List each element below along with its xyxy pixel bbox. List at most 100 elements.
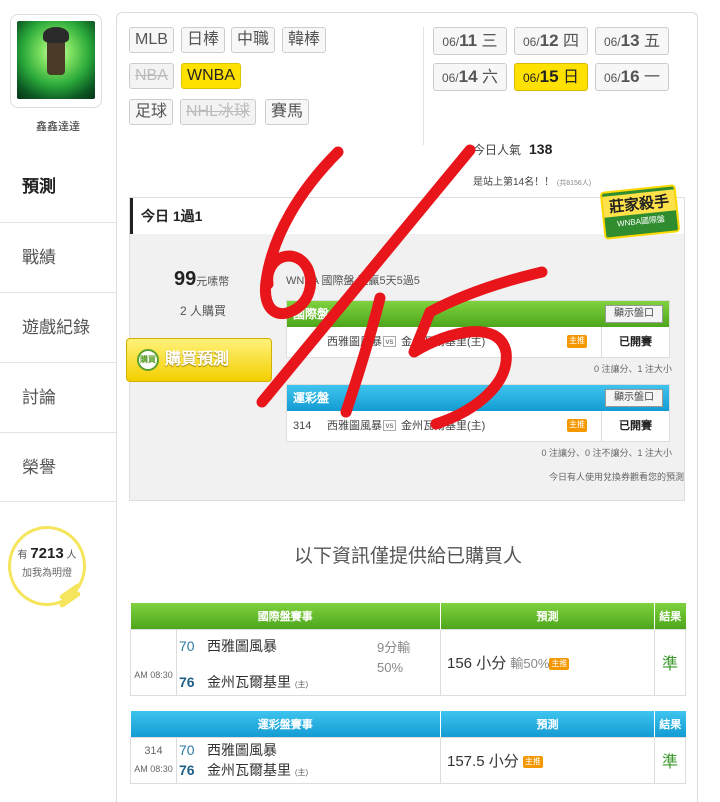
sidebar-item-discussion[interactable]: 討論 [0, 362, 116, 432]
away-score: 70 [179, 741, 195, 758]
home-mark: (主) [294, 679, 309, 689]
game-time: 314 AM 08:30 [130, 736, 177, 784]
prediction-lose: 輸50% [510, 655, 550, 671]
prediction-cell: 157.5 小分 主推 [440, 736, 655, 784]
lightbulb-icon [56, 582, 84, 620]
side-menu: 預測 戰績 遊戲紀錄 討論 榮譽 [0, 152, 116, 502]
lottery-line-title: 運彩盤 [293, 391, 330, 405]
sport-soccer[interactable]: 足球 [129, 99, 174, 125]
lottery-note: 0 注讓分、0 注不讓分、1 注大小 [541, 448, 672, 458]
game-status: 已開賽 [601, 411, 669, 441]
lottery-game-row: 314 西雅圖風暴 vs 金州瓦爾基里(主) 主推 已開賽 [287, 411, 669, 441]
intl-game-row: 西雅圖風暴 vs 金州瓦爾基里(主) 主推 已開賽 [287, 327, 669, 357]
host-tag: 主推 [567, 335, 587, 348]
exchange-note: 今日有人使用兌換券觀看您的預測 [548, 472, 684, 482]
away-line: 70 西雅圖風暴 [179, 740, 277, 760]
avatar-card[interactable] [10, 14, 102, 108]
table-row: AM 08:30 70 西雅圖風暴 76 金州瓦爾基里 (主) 9分輸 50% 156… [130, 628, 686, 696]
vs-icon: vs [383, 336, 396, 347]
intl-result-table: 國際盤賽事 預測 結果 AM 08:30 70 西雅圖風暴 76 金州瓦爾基里 (主… [130, 603, 686, 696]
sidebar-item-record[interactable]: 戰績 [0, 222, 116, 292]
date-0614[interactable]: 06/14 六 [433, 63, 507, 91]
buy-prediction-button[interactable]: 購買 購買預測 [126, 338, 272, 382]
fans-prefix: 有 [17, 550, 28, 561]
col-prediction: 預測 [440, 711, 655, 737]
away-team: 西雅圖風暴 [207, 637, 277, 654]
fans-count: 7213 [30, 545, 64, 562]
home-score: 76 [179, 673, 195, 690]
today-panel: 今日 1過1 莊家殺手 WNBA國際盤 99元嗉幣 2 人購買 購買 購買預測 W… [126, 184, 685, 501]
sport-mlb[interactable]: MLB [129, 27, 174, 53]
intl-line-title: 國際盤 [293, 307, 330, 321]
intl-note: 0 注讓分、1 注大小 [593, 364, 672, 374]
rank-text: 是站上第14名！！ [473, 177, 555, 188]
sport-wnba[interactable]: WNBA [181, 63, 241, 89]
game-status: 已開賽 [601, 327, 669, 357]
handicap-result: 9分輸 50% [377, 639, 411, 675]
sport-nba: NBA [129, 63, 174, 89]
sidebar-item-game-log[interactable]: 遊戲紀錄 [0, 292, 116, 362]
sport-cpbl[interactable]: 中職 [231, 27, 276, 53]
sport-horse-racing[interactable]: 賽馬 [265, 99, 310, 125]
sidebar: 鑫鑫達達 預測 戰績 遊戲紀錄 討論 榮譽 有 7213 人 加我為明燈 [0, 0, 116, 802]
popularity-value: 138 [529, 141, 553, 157]
divider [423, 27, 424, 145]
rank: 是站上第14名！！ (共8156人) [473, 173, 591, 188]
sport-kbo[interactable]: 韓棒 [282, 27, 327, 53]
date-0613[interactable]: 06/13 五 [595, 27, 669, 55]
game-time: AM 08:30 [130, 628, 177, 696]
main-panel: MLB 日棒 中職 韓棒 NBA WNBA 足球 NHL冰球 賽馬 06/11 … [116, 12, 698, 802]
follow-cta[interactable]: 加我為明燈 [11, 564, 83, 579]
teams-cell: 70 西雅圖風暴 76 金州瓦爾基里 (主) 9分輸 50% [176, 628, 441, 696]
avatar[interactable] [17, 21, 95, 99]
host-tag: 主推 [567, 419, 587, 432]
home-team: 金州瓦爾基里(主) [401, 336, 486, 348]
lottery-line-header: 運彩盤 顯示盤口 [287, 385, 669, 411]
table-row: 314 AM 08:30 70 西雅圖風暴 76 金州瓦爾基里 (主) 157.5 … [130, 736, 686, 784]
fans-suffix: 人 [66, 550, 77, 561]
game-number: 314 [144, 745, 163, 757]
col-game: 運彩盤賽事 [130, 711, 441, 737]
vs-icon: vs [383, 420, 396, 431]
date-0615[interactable]: 06/15 日 [514, 63, 588, 91]
home-score: 76 [179, 761, 195, 778]
date-0616[interactable]: 06/16 一 [595, 63, 669, 91]
col-prediction: 預測 [440, 603, 655, 629]
host-tag: 主推 [522, 755, 543, 768]
show-line-button[interactable]: 顯示盤口 [605, 389, 663, 407]
date-0611[interactable]: 06/11 三 [433, 27, 507, 55]
result-hit: 準 [654, 628, 686, 696]
prediction-value: 157.5 小分 [447, 752, 519, 770]
home-team: 金州瓦爾基里(主) [401, 420, 486, 432]
host-tag: 主推 [549, 657, 570, 670]
intl-line-box: 國際盤 顯示盤口 西雅圖風暴 vs 金州瓦爾基里(主) 主推 已開賽 [286, 300, 670, 358]
price: 99元嗉幣 [174, 268, 229, 291]
prediction-cell: 156 小分 輸50% 主推 [440, 628, 655, 696]
sidebar-item-predictions[interactable]: 預測 [0, 152, 116, 222]
popularity-label: 今日人氣 [473, 143, 522, 157]
sport-nhl: NHL冰球 [180, 99, 257, 125]
home-line: 76 金州瓦爾基里 (主) [179, 760, 308, 780]
away-team: 西雅圖風暴 [327, 336, 382, 348]
home-line: 76 金州瓦爾基里 (主) [179, 672, 308, 692]
teams-cell: 70 西雅圖風暴 76 金州瓦爾基里 (主) [176, 736, 441, 784]
show-line-button[interactable]: 顯示盤口 [605, 305, 663, 323]
sidebar-item-honors[interactable]: 榮譽 [0, 432, 116, 502]
username[interactable]: 鑫鑫達達 [0, 118, 116, 134]
lottery-line-box: 運彩盤 顯示盤口 314 西雅圖風暴 vs 金州瓦爾基里(主) 主推 已開賽 [286, 384, 670, 442]
col-result: 結果 [654, 603, 686, 629]
streak-record: WNBA 國際盤 連贏5天5過5 [286, 275, 420, 287]
buyers-only-title: 以下資訊僅提供給已購買人 [293, 546, 522, 567]
away-score: 70 [179, 637, 195, 654]
col-result: 結果 [654, 711, 686, 737]
sport-npb[interactable]: 日棒 [181, 27, 226, 53]
game-number: 314 [293, 420, 312, 432]
bookie-killer-badge: 莊家殺手 WNBA國際盤 [599, 184, 681, 240]
prediction-value: 156 小分 [447, 654, 507, 672]
price-value: 99 [174, 268, 197, 290]
col-game: 國際盤賽事 [130, 603, 441, 629]
home-team: 金州瓦爾基里 [207, 673, 291, 690]
date-0612[interactable]: 06/12 四 [514, 27, 588, 55]
away-team: 西雅圖風暴 [207, 741, 277, 758]
away-line: 70 西雅圖風暴 [179, 636, 277, 656]
